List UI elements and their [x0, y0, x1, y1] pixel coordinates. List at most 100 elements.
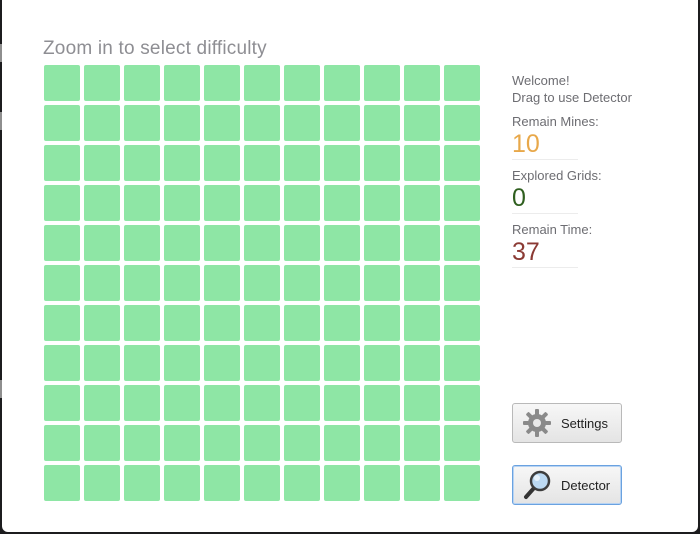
grid-cell[interactable] — [124, 385, 160, 421]
grid-cell[interactable] — [44, 305, 80, 341]
grid-cell[interactable] — [84, 385, 120, 421]
grid-cell[interactable] — [44, 225, 80, 261]
grid-cell[interactable] — [44, 65, 80, 101]
grid-cell[interactable] — [364, 305, 400, 341]
grid-cell[interactable] — [444, 105, 480, 141]
grid-cell[interactable] — [124, 345, 160, 381]
grid-cell[interactable] — [84, 265, 120, 301]
grid-cell[interactable] — [44, 425, 80, 461]
grid-cell[interactable] — [204, 385, 240, 421]
grid-cell[interactable] — [164, 345, 200, 381]
grid-cell[interactable] — [244, 185, 280, 221]
grid-cell[interactable] — [244, 65, 280, 101]
grid-cell[interactable] — [84, 305, 120, 341]
grid-cell[interactable] — [124, 225, 160, 261]
grid-cell[interactable] — [444, 385, 480, 421]
grid-cell[interactable] — [84, 425, 120, 461]
detector-button[interactable]: Detector — [512, 465, 622, 505]
grid-cell[interactable] — [284, 145, 320, 181]
grid-cell[interactable] — [284, 305, 320, 341]
grid-cell[interactable] — [404, 265, 440, 301]
grid-cell[interactable] — [404, 305, 440, 341]
grid-cell[interactable] — [204, 65, 240, 101]
grid-cell[interactable] — [124, 145, 160, 181]
grid-cell[interactable] — [364, 105, 400, 141]
grid-cell[interactable] — [124, 425, 160, 461]
grid-cell[interactable] — [244, 385, 280, 421]
grid-cell[interactable] — [204, 465, 240, 501]
grid-cell[interactable] — [244, 265, 280, 301]
grid-cell[interactable] — [444, 225, 480, 261]
grid-cell[interactable] — [284, 345, 320, 381]
grid-cell[interactable] — [364, 425, 400, 461]
grid-cell[interactable] — [364, 265, 400, 301]
grid-cell[interactable] — [44, 105, 80, 141]
grid-cell[interactable] — [204, 105, 240, 141]
grid-cell[interactable] — [444, 65, 480, 101]
grid-cell[interactable] — [204, 305, 240, 341]
grid-cell[interactable] — [364, 385, 400, 421]
grid-cell[interactable] — [324, 385, 360, 421]
grid-cell[interactable] — [84, 105, 120, 141]
grid-cell[interactable] — [204, 265, 240, 301]
grid-cell[interactable] — [244, 305, 280, 341]
grid-cell[interactable] — [364, 225, 400, 261]
grid-cell[interactable] — [444, 345, 480, 381]
grid-cell[interactable] — [164, 425, 200, 461]
minefield-grid[interactable] — [44, 65, 482, 501]
grid-cell[interactable] — [444, 305, 480, 341]
grid-cell[interactable] — [404, 185, 440, 221]
grid-cell[interactable] — [164, 385, 200, 421]
grid-cell[interactable] — [84, 185, 120, 221]
grid-cell[interactable] — [284, 105, 320, 141]
grid-cell[interactable] — [324, 65, 360, 101]
grid-cell[interactable] — [244, 225, 280, 261]
grid-cell[interactable] — [444, 465, 480, 501]
grid-cell[interactable] — [164, 65, 200, 101]
grid-cell[interactable] — [124, 105, 160, 141]
grid-cell[interactable] — [364, 145, 400, 181]
grid-cell[interactable] — [124, 65, 160, 101]
grid-cell[interactable] — [84, 345, 120, 381]
grid-cell[interactable] — [124, 265, 160, 301]
grid-cell[interactable] — [404, 345, 440, 381]
grid-cell[interactable] — [324, 185, 360, 221]
grid-cell[interactable] — [324, 105, 360, 141]
grid-cell[interactable] — [244, 345, 280, 381]
grid-cell[interactable] — [324, 225, 360, 261]
grid-cell[interactable] — [404, 105, 440, 141]
grid-cell[interactable] — [164, 185, 200, 221]
grid-cell[interactable] — [364, 465, 400, 501]
grid-cell[interactable] — [44, 185, 80, 221]
grid-cell[interactable] — [244, 145, 280, 181]
grid-cell[interactable] — [164, 105, 200, 141]
grid-cell[interactable] — [284, 385, 320, 421]
grid-cell[interactable] — [324, 305, 360, 341]
grid-cell[interactable] — [364, 345, 400, 381]
grid-cell[interactable] — [44, 145, 80, 181]
grid-cell[interactable] — [324, 465, 360, 501]
settings-button[interactable]: Settings — [512, 403, 622, 443]
grid-cell[interactable] — [444, 265, 480, 301]
grid-cell[interactable] — [204, 425, 240, 461]
grid-cell[interactable] — [404, 225, 440, 261]
grid-cell[interactable] — [404, 425, 440, 461]
grid-cell[interactable] — [324, 265, 360, 301]
grid-cell[interactable] — [84, 225, 120, 261]
grid-cell[interactable] — [364, 65, 400, 101]
grid-cell[interactable] — [204, 185, 240, 221]
grid-cell[interactable] — [44, 465, 80, 501]
grid-cell[interactable] — [444, 425, 480, 461]
grid-cell[interactable] — [444, 185, 480, 221]
grid-cell[interactable] — [204, 145, 240, 181]
grid-cell[interactable] — [84, 65, 120, 101]
grid-cell[interactable] — [404, 145, 440, 181]
grid-cell[interactable] — [124, 185, 160, 221]
grid-cell[interactable] — [84, 465, 120, 501]
grid-cell[interactable] — [124, 465, 160, 501]
grid-cell[interactable] — [284, 425, 320, 461]
grid-cell[interactable] — [44, 265, 80, 301]
grid-cell[interactable] — [444, 145, 480, 181]
grid-cell[interactable] — [404, 65, 440, 101]
grid-cell[interactable] — [164, 265, 200, 301]
